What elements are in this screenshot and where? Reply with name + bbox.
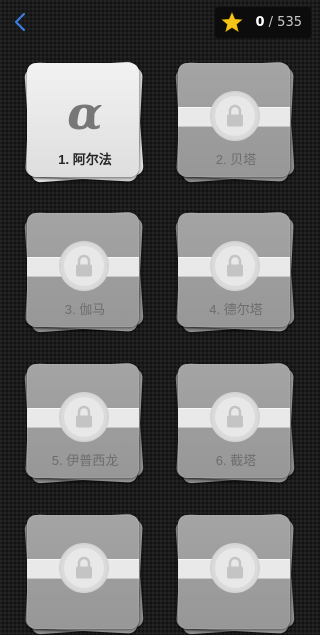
padlock-icon xyxy=(227,104,243,127)
score-counter: 0 / 535 xyxy=(214,6,312,39)
lock-badge xyxy=(212,545,258,591)
level-card-face: α 1. 阿尔法 xyxy=(27,63,139,177)
level-card-face xyxy=(178,515,290,629)
lock-badge xyxy=(212,93,258,139)
lock-badge xyxy=(61,545,107,591)
score-current: 0 xyxy=(255,15,265,30)
level-card-8[interactable] xyxy=(175,513,295,635)
level-card-face: 4. 德尔塔 xyxy=(178,213,290,327)
star-icon xyxy=(221,12,243,32)
lock-badge xyxy=(61,394,107,440)
padlock-icon xyxy=(76,254,92,277)
lock-badge xyxy=(61,243,107,289)
level-card-gamma[interactable]: 3. 伽马 xyxy=(24,211,144,333)
level-card-alpha[interactable]: α 1. 阿尔法 xyxy=(24,61,144,183)
score-text: 0 / 535 xyxy=(255,15,302,30)
score-total: 535 xyxy=(277,15,302,30)
padlock-icon xyxy=(76,556,92,579)
padlock-icon xyxy=(227,254,243,277)
level-card-epsilon[interactable]: 5. 伊普西龙 xyxy=(24,362,144,484)
level-card-face: 5. 伊普西龙 xyxy=(27,364,139,478)
back-button[interactable] xyxy=(6,8,34,36)
level-card-7[interactable] xyxy=(24,513,144,635)
level-card-face xyxy=(27,515,139,629)
level-card-face: 2. 贝塔 xyxy=(178,63,290,177)
lock-badge xyxy=(212,394,258,440)
level-title: 6. 截塔 xyxy=(215,453,257,468)
padlock-icon xyxy=(76,405,92,428)
padlock-icon xyxy=(227,556,243,579)
level-card-zeta[interactable]: 6. 截塔 xyxy=(175,362,295,484)
level-title: 5. 伊普西龙 xyxy=(51,453,119,468)
alpha-symbol-icon: α xyxy=(67,86,103,140)
level-card-face: 3. 伽马 xyxy=(27,213,139,327)
level-card-beta[interactable]: 2. 贝塔 xyxy=(175,61,295,183)
top-bar: 0 / 535 xyxy=(0,0,320,44)
level-card-delta[interactable]: 4. 德尔塔 xyxy=(175,211,295,333)
padlock-icon xyxy=(227,405,243,428)
lock-badge xyxy=(212,243,258,289)
score-separator: / xyxy=(264,15,278,30)
level-card-face: 6. 截塔 xyxy=(178,364,290,478)
chevron-left-icon xyxy=(14,12,26,32)
level-title: 2. 贝塔 xyxy=(215,152,257,167)
level-title: 1. 阿尔法 xyxy=(58,152,112,167)
level-title: 4. 德尔塔 xyxy=(209,302,263,317)
level-title: 3. 伽马 xyxy=(64,302,106,317)
